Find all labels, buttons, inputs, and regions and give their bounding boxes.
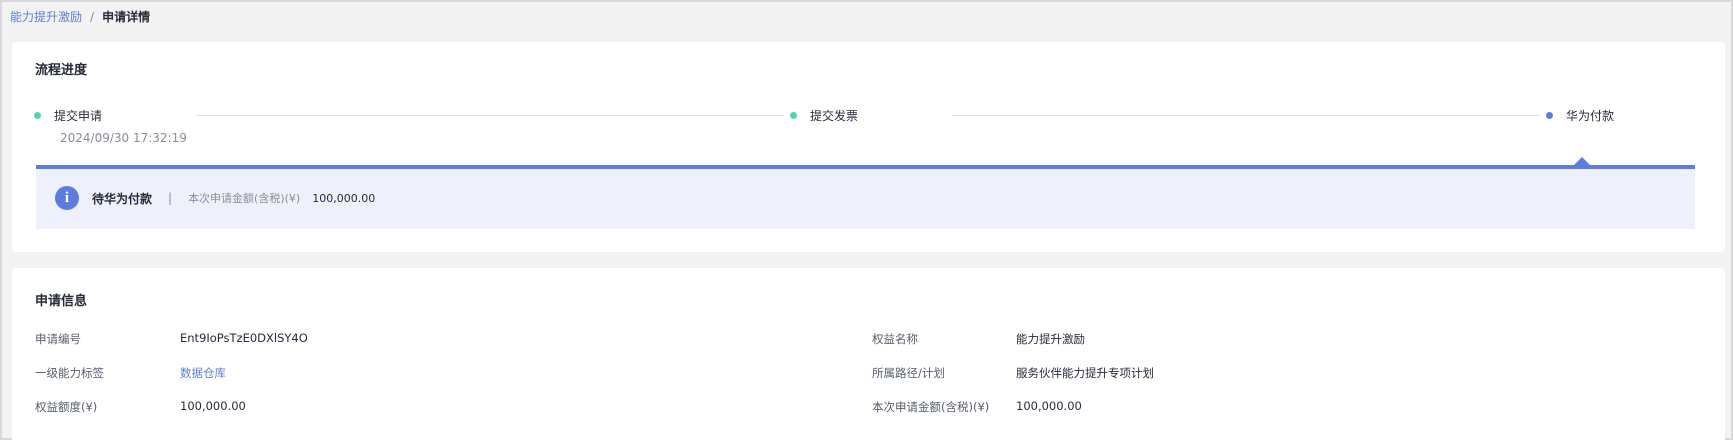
field-label-path-plan: 所属路径/计划 <box>872 366 945 380</box>
progress-title: 流程进度 <box>35 63 88 78</box>
step-huawei-payment: 华为付款 <box>1546 107 1614 124</box>
field-value-application-id: Ent9IoPsTzE0DXlSY4O <box>180 331 308 345</box>
amount-label: 本次申请金额(含税)(¥) <box>188 192 301 205</box>
status-text: 待华为付款 <box>92 191 153 206</box>
step-dot-icon <box>34 112 41 119</box>
field-label-benefit-name: 权益名称 <box>872 332 918 346</box>
application-info-card: 申请信息 申请编号 Ent9IoPsTzE0DXlSY4O 权益名称 能力提升激… <box>12 268 1725 440</box>
field-value-benefit-quota: 100,000.00 <box>180 399 246 413</box>
field-value-benefit-name: 能力提升激励 <box>1016 332 1085 346</box>
progress-card: 流程进度 提交申请 2024/09/30 17:32:19 提交发票 华为付款 … <box>12 42 1725 252</box>
status-pointer-icon <box>1573 157 1591 166</box>
step-connector <box>196 115 784 116</box>
breadcrumb: 能力提升激励 / 申请详情 <box>10 8 150 25</box>
field-label-apply-amount: 本次申请金额(含税)(¥) <box>872 400 990 414</box>
info-title: 申请信息 <box>35 294 88 309</box>
status-divider: | <box>168 191 173 205</box>
info-icon: i <box>55 186 79 210</box>
field-value-path-plan: 服务伙伴能力提升专项计划 <box>1016 366 1154 380</box>
field-label-capability-tag: 一级能力标签 <box>35 366 104 380</box>
step-label: 提交发票 <box>810 109 859 123</box>
step-label: 华为付款 <box>1566 109 1615 123</box>
step-dot-icon <box>1546 112 1553 119</box>
field-label-benefit-quota: 权益额度(¥) <box>35 400 98 414</box>
field-label-application-id: 申请编号 <box>35 332 81 346</box>
status-panel: i 待华为付款 | 本次申请金额(含税)(¥) 100,000.00 <box>36 157 1695 229</box>
amount-value: 100,000.00 <box>312 191 376 205</box>
step-time: 2024/09/30 17:32:19 <box>60 131 187 145</box>
step-connector <box>952 115 1540 116</box>
field-value-apply-amount: 100,000.00 <box>1016 399 1082 413</box>
step-label: 提交申请 <box>54 109 103 123</box>
step-submit-invoice: 提交发票 <box>790 107 858 124</box>
breadcrumb-separator: / <box>90 9 95 24</box>
step-submit-application: 提交申请 <box>34 107 102 124</box>
breadcrumb-current: 申请详情 <box>102 10 151 24</box>
step-dot-icon <box>790 112 797 119</box>
breadcrumb-parent-link[interactable]: 能力提升激励 <box>10 8 82 25</box>
field-value-capability-tag-link[interactable]: 数据仓库 <box>180 365 226 381</box>
